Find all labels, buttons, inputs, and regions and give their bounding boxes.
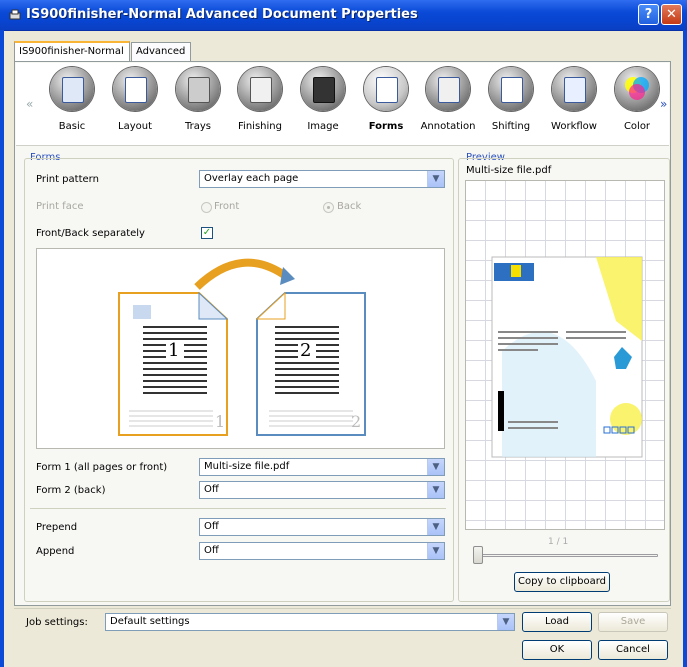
feature-workflow[interactable]: Workflow [544,67,604,132]
feature-label: Layout [118,121,152,132]
window-border-right [683,30,687,667]
divider [30,508,446,509]
page-1-corner-number: 1 [215,412,226,431]
form1-label: Form 1 (all pages or front) [36,462,168,473]
feature-label: Trays [184,121,211,132]
chevron-down-icon: ▼ [427,171,444,187]
front-back-separately-checkbox[interactable]: ✓ [201,227,213,239]
tab-advanced[interactable]: Advanced [131,42,191,61]
preview-page-slider[interactable] [478,554,658,557]
load-button[interactable]: Load [522,612,592,632]
preview-filename: Multi-size file.pdf [466,165,552,176]
shifting-icon [489,67,533,111]
feature-layout[interactable]: Layout [105,67,165,132]
prepend-label: Prepend [36,522,78,533]
feature-image[interactable]: Image [293,67,353,132]
print-pattern-select[interactable]: Overlay each page ▼ [199,170,445,188]
save-button[interactable]: Save [598,612,668,632]
print-face-front-label: Front [214,201,240,212]
feature-annotation[interactable]: Annotation [418,67,478,132]
tab-is900finisher-normal[interactable]: IS900finisher-Normal [14,41,130,62]
form2-value: Off [204,484,219,495]
feature-label: Color [623,121,651,132]
chevron-down-icon: ▼ [497,614,514,630]
form2-label: Form 2 (back) [36,485,106,496]
print-face-back-radio[interactable] [323,202,334,213]
basic-icon [50,67,94,111]
feature-label: Forms [368,121,404,132]
job-settings-label: Job settings: [26,617,88,628]
form2-select[interactable]: Off ▼ [199,481,445,499]
copy-to-clipboard-button[interactable]: Copy to clipboard [514,572,610,592]
forms-icon [364,67,408,111]
layout-icon [113,67,157,111]
preview-canvas [465,180,665,530]
image-icon [301,67,345,111]
prepend-value: Off [204,521,219,532]
prepend-select[interactable]: Off ▼ [199,518,445,536]
ok-button[interactable]: OK [522,640,592,660]
feature-label: Finishing [238,121,282,132]
document-thumbnail-icon [491,256,643,458]
print-face-front-radio[interactable] [201,202,212,213]
feature-basic[interactable]: Basic [42,67,102,132]
scroll-left-icon[interactable]: « [26,97,33,111]
feature-color[interactable]: Color [607,67,667,132]
chevron-down-icon: ▼ [427,459,444,475]
title-bar[interactable]: IS900finisher-Normal Advanced Document P… [0,0,687,31]
feature-label: Workflow [551,121,597,132]
annotation-icon [426,67,470,111]
chevron-down-icon: ▼ [427,543,444,559]
printer-app-icon [9,9,21,20]
feature-label: Basic [58,121,86,132]
slider-thumb[interactable] [473,546,483,564]
feature-forms[interactable]: Forms [356,67,416,132]
feature-shifting[interactable]: Shifting [481,67,541,132]
page-2-corner-number: 2 [351,412,362,431]
job-settings-select[interactable]: Default settings ▼ [105,613,515,631]
color-icon [615,67,659,111]
feature-label: Annotation [420,121,476,132]
print-pattern-value: Overlay each page [204,173,299,184]
print-face-back-label: Back [337,201,362,212]
feature-label: Shifting [491,121,531,132]
append-label: Append [36,546,75,557]
window-border-left [0,30,4,667]
page-2-number: 2 [300,340,312,361]
feature-icon-bar: « » Basic Layout Trays Finishing Image F… [16,63,669,146]
workflow-icon [552,67,596,111]
trays-icon [176,67,220,111]
chevron-down-icon: ▼ [427,519,444,535]
print-face-label: Print face [36,201,84,212]
job-settings-value: Default settings [110,616,190,627]
close-button[interactable]: ✕ [661,4,682,25]
window-title: IS900finisher-Normal Advanced Document P… [26,7,418,22]
append-value: Off [204,545,219,556]
cancel-button[interactable]: Cancel [598,640,668,660]
feature-finishing[interactable]: Finishing [230,67,290,132]
front-back-illustration: 1 2 1 2 [36,248,445,449]
dialog-window: IS900finisher-Normal Advanced Document P… [0,0,687,667]
chevron-down-icon: ▼ [427,482,444,498]
finishing-icon [238,67,282,111]
feature-label: Image [307,121,339,132]
print-pattern-label: Print pattern [36,174,99,185]
form1-select[interactable]: Multi-size file.pdf ▼ [199,458,445,476]
footer-divider [14,608,671,609]
feature-trays[interactable]: Trays [168,67,228,132]
page-flip-illustration-icon [118,258,366,436]
front-back-separately-label: Front/Back separately [36,228,145,239]
page-1-number: 1 [168,340,180,361]
form1-value: Multi-size file.pdf [204,461,290,472]
append-select[interactable]: Off ▼ [199,542,445,560]
help-button[interactable]: ? [638,4,659,25]
preview-page-indicator: 1 / 1 [548,537,569,547]
